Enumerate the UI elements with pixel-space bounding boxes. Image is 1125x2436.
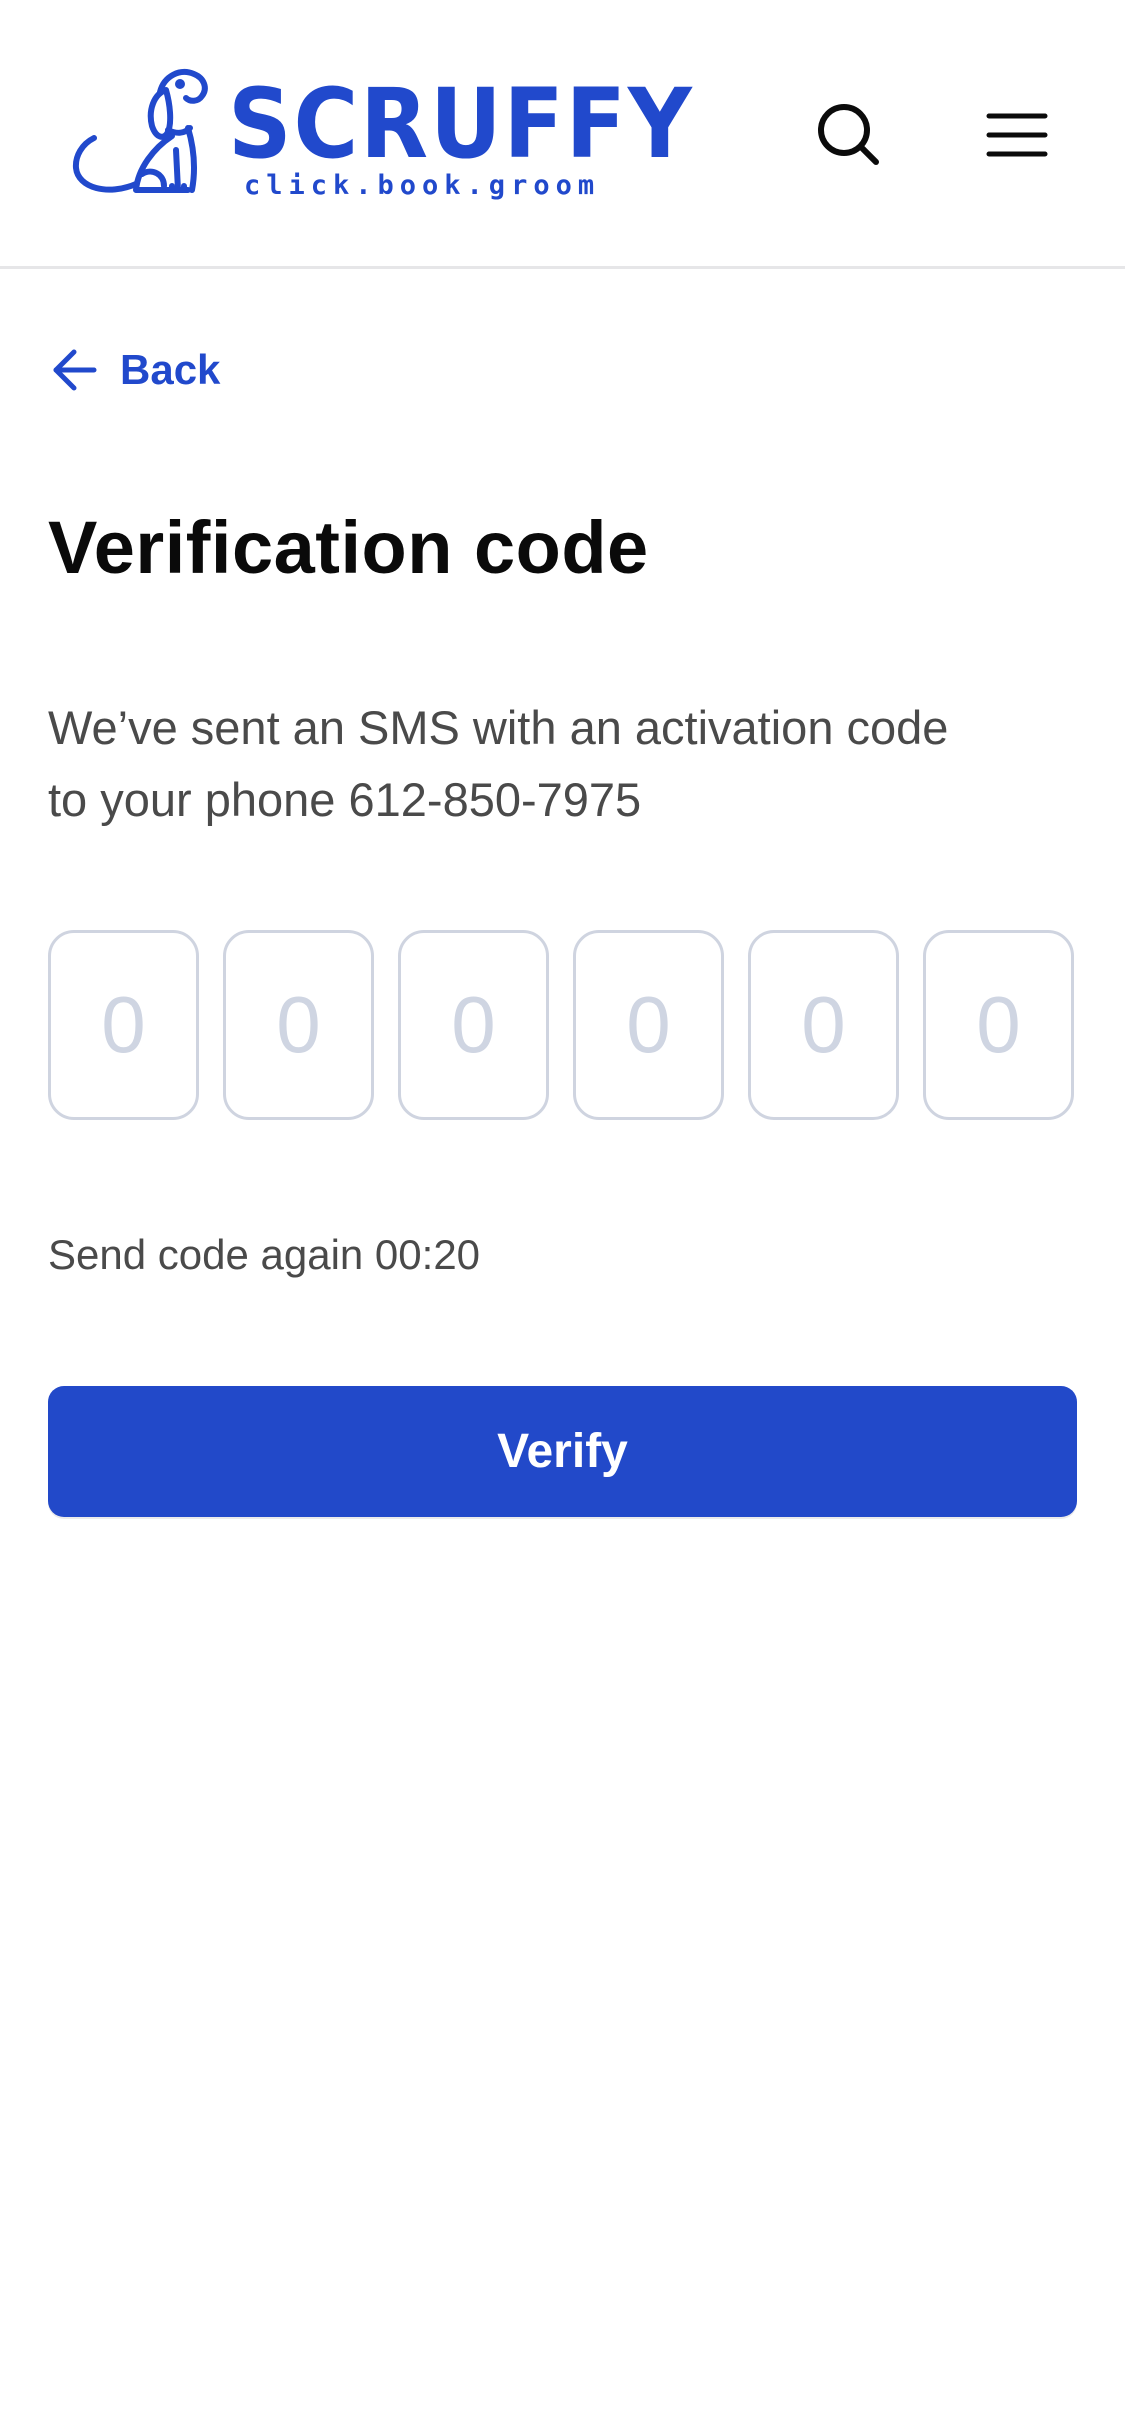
resend-code-timer: Send code again 00:20 [48,1231,481,1278]
code-digit-box [48,930,199,1120]
hamburger-menu-icon [986,113,1048,157]
arrow-left-icon [53,349,97,391]
verification-screen: SCRUFFY click.book.groom Back Verificati… [0,0,1125,2436]
back-label: Back [120,346,221,393]
search-icon [818,104,879,165]
scruffy-logo[interactable]: SCRUFFY click.book.groom [68,64,692,214]
code-digit-box [923,930,1074,1120]
search-button[interactable] [806,92,892,178]
sms-description: We’ve sent an SMS with an activation cod… [48,701,949,826]
logo-wordmark: SCRUFFY [228,68,694,180]
verify-button[interactable]: Verify [48,1386,1077,1517]
menu-button[interactable] [974,92,1060,178]
verification-code-inputs [48,930,1077,1120]
code-digit-input-4[interactable] [576,933,721,1117]
code-digit-input-6[interactable] [926,933,1071,1117]
code-digit-box [748,930,899,1120]
code-digit-box [398,930,549,1120]
code-digit-input-5[interactable] [751,933,896,1117]
code-digit-input-2[interactable] [226,933,371,1117]
back-link[interactable]: Back [52,340,220,400]
code-digit-input-3[interactable] [401,933,546,1117]
logo-tagline: click.book.groom [244,170,601,201]
app-header: SCRUFFY click.book.groom [0,0,1125,269]
code-digit-box [573,930,724,1120]
code-digit-input-1[interactable] [51,933,196,1117]
code-digit-box [223,930,374,1120]
dog-logo-icon [72,69,208,193]
page-title: Verification code [48,506,649,589]
